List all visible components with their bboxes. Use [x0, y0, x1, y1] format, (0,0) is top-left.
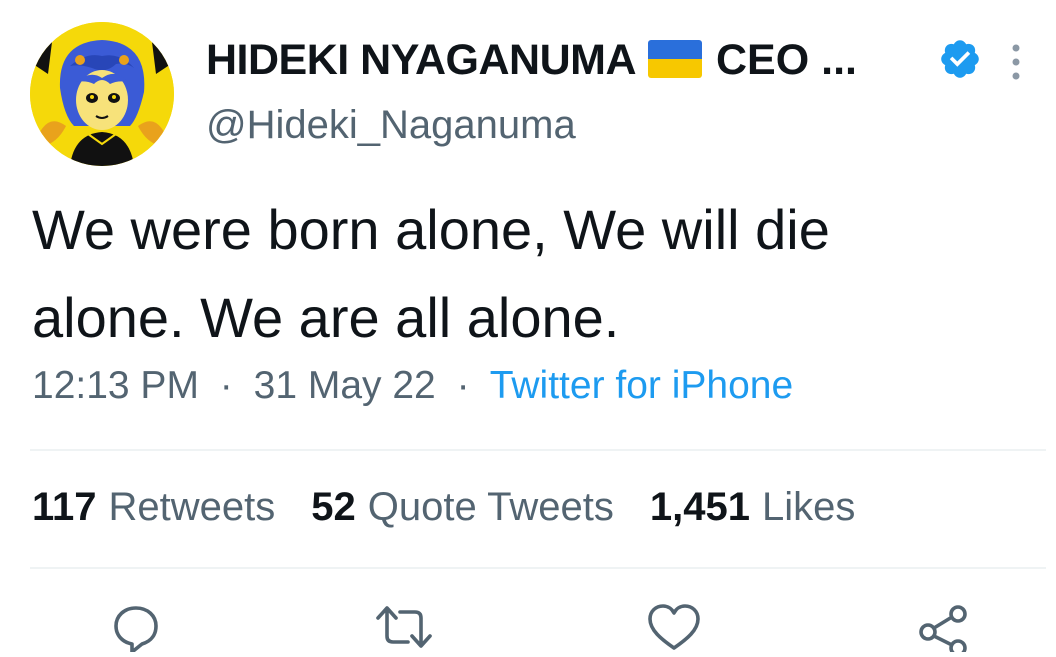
avatar[interactable] [30, 22, 174, 166]
retweets-stat[interactable]: 117 Retweets [32, 485, 275, 530]
share-icon[interactable] [918, 602, 970, 657]
tweet-source-link[interactable]: Twitter for iPhone [490, 364, 793, 407]
reply-icon[interactable] [112, 602, 160, 657]
retweets-count: 117 [32, 485, 97, 529]
tweet-card: HIDEKI NYAGANUMA CEO ... @Hideki_Naganum… [0, 0, 1056, 657]
tweet-text: We were born alone, We will die alone. W… [32, 186, 1032, 362]
author-name-suffix[interactable]: CEO ... [716, 36, 857, 85]
meta-separator: · [456, 364, 470, 407]
verified-badge-icon [938, 37, 982, 86]
tweet-date[interactable]: 31 May 22 [254, 364, 436, 407]
likes-label: Likes [761, 485, 856, 529]
retweets-label: Retweets [108, 485, 276, 529]
author-name-row[interactable]: HIDEKI NYAGANUMA CEO ... [206, 34, 857, 86]
like-icon[interactable] [647, 602, 701, 657]
quote-tweets-count: 52 [311, 485, 356, 529]
quote-tweets-stat[interactable]: 52 Quote Tweets [311, 485, 614, 530]
likes-stat[interactable]: 1,451 Likes [650, 485, 856, 530]
author-handle[interactable]: @Hideki_Naganuma [206, 103, 576, 148]
quote-tweets-label: Quote Tweets [367, 485, 614, 529]
divider [30, 567, 1046, 569]
retweet-icon[interactable] [374, 602, 434, 657]
tweet-text-line-2: alone. We are all alone. [32, 286, 620, 349]
tweet-text-line-1: We were born alone, We will die [32, 198, 830, 261]
tweet-meta: 12:13 PM · 31 May 22 · Twitter for iPhon… [32, 364, 793, 408]
ukraine-flag-icon [648, 39, 702, 83]
likes-count: 1,451 [649, 485, 750, 529]
tweet-time[interactable]: 12:13 PM [32, 364, 199, 407]
author-display-name[interactable]: HIDEKI NYAGANUMA [206, 36, 637, 85]
divider [30, 449, 1046, 451]
more-options-icon[interactable] [1010, 42, 1022, 87]
tweet-stats: 117 Retweets 52 Quote Tweets 1,451 Likes [32, 485, 891, 530]
meta-separator: · [219, 364, 233, 407]
